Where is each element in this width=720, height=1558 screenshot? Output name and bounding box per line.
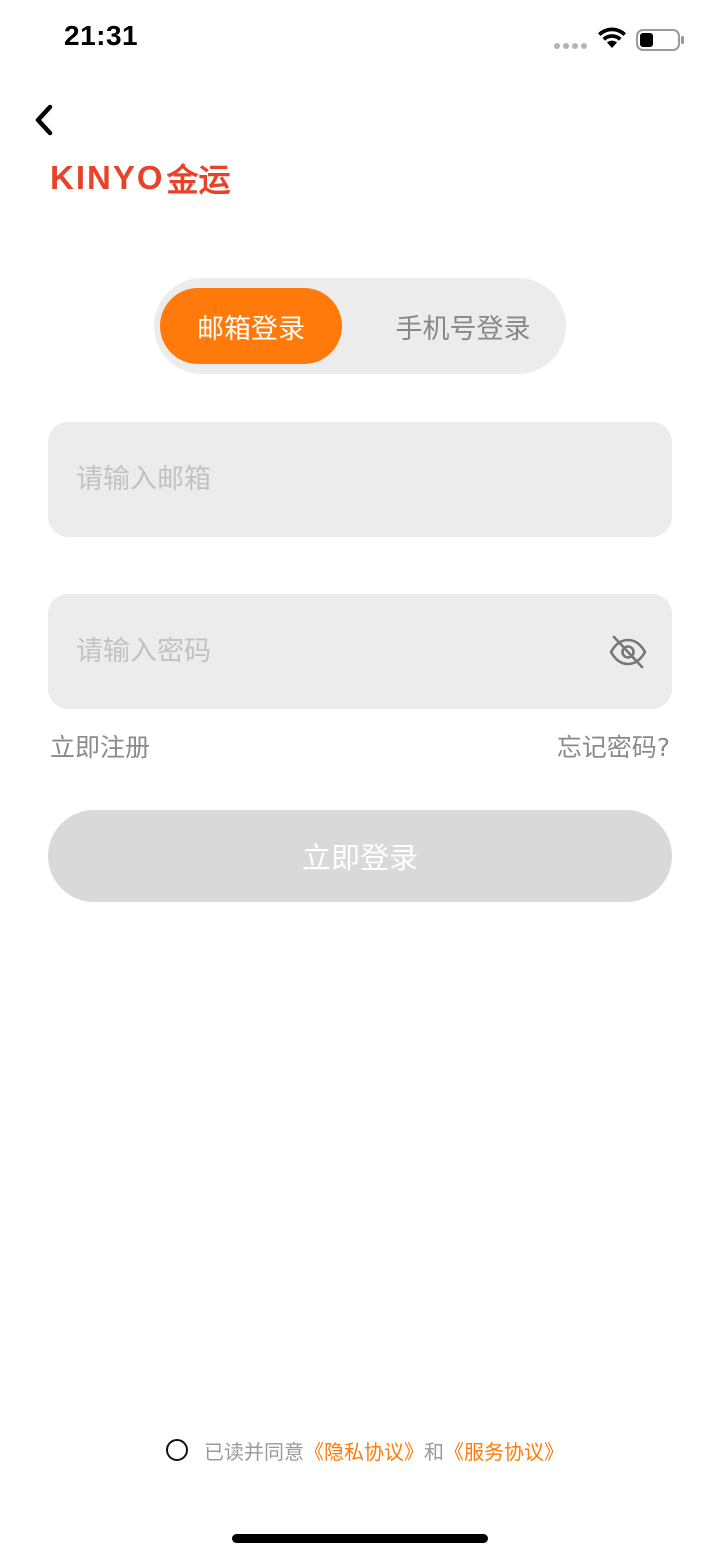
agreement-and: 和 [424, 1439, 444, 1464]
agreement-prefix: 已读并同意 [204, 1439, 304, 1464]
service-agreement-link[interactable]: 《服务协议》 [444, 1436, 564, 1465]
eye-off-icon[interactable] [608, 632, 648, 672]
logo-latin: KINYO [50, 159, 165, 196]
email-field-container [48, 422, 672, 537]
tab-email-login[interactable]: 邮箱登录 [160, 288, 342, 364]
wifi-icon [598, 27, 626, 48]
agree-checkbox[interactable] [166, 1439, 188, 1461]
login-method-switcher: 邮箱登录 手机号登录 [154, 278, 566, 374]
status-time: 21:31 [64, 20, 139, 51]
email-input[interactable] [76, 422, 596, 537]
home-indicator [232, 1534, 488, 1543]
password-input[interactable] [76, 594, 596, 709]
privacy-policy-link[interactable]: 《隐私协议》 [304, 1436, 424, 1465]
login-button[interactable]: 立即登录 [48, 810, 672, 902]
forgot-password-link[interactable]: 忘记密码? [557, 728, 670, 764]
register-link[interactable]: 立即注册 [50, 728, 150, 764]
back-button[interactable] [26, 100, 62, 140]
password-field-container [48, 594, 672, 709]
signal-dots-icon [554, 43, 588, 49]
status-bar: 21:31 [0, 0, 720, 80]
battery-icon [636, 29, 684, 51]
brand-logo: KINYO 金运 [50, 159, 231, 199]
login-screen: 21:31 KINYO 金运 邮箱登录 手机号登录 请输入邮箱 立即注册 忘记密… [0, 0, 720, 1558]
chevron-left-icon [35, 104, 53, 136]
agreement-row: 已读并同意 《隐私协议》 和 《服务协议》 [166, 1434, 564, 1466]
tab-phone-login[interactable]: 手机号登录 [368, 288, 558, 364]
logo-cjk: 金运 [166, 161, 231, 199]
